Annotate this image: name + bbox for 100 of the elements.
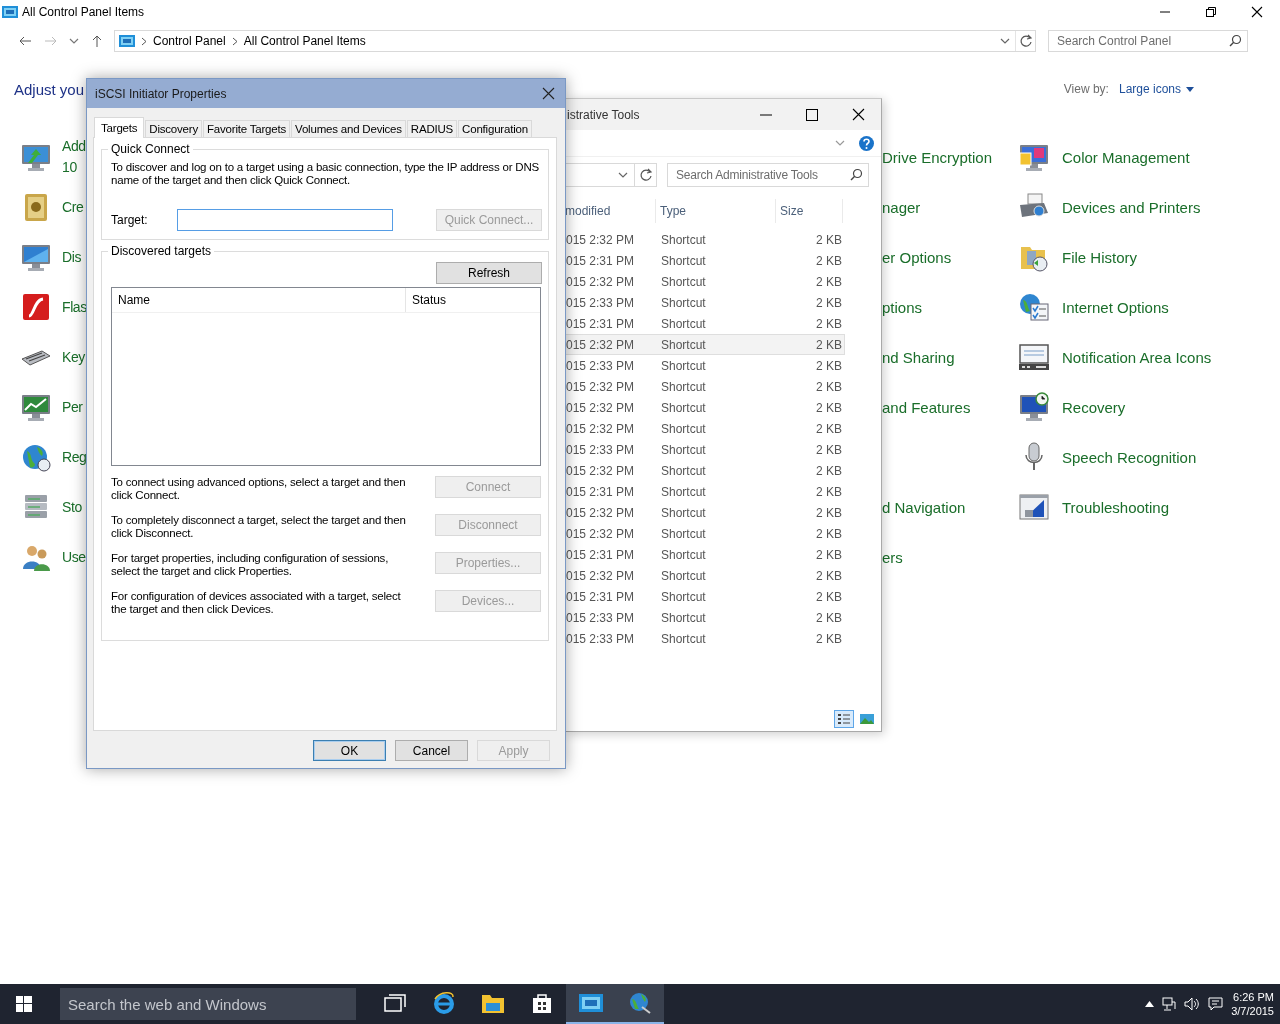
table-cell-text: 015 2:32 PM: [566, 421, 636, 436]
item-link[interactable]: Sto: [62, 496, 82, 518]
file-row[interactable]: 015 2:31 PM Shortcut 2 KB: [565, 313, 845, 334]
tab[interactable]: Targets: [94, 117, 145, 138]
item-link[interactable]: Color Management: [1062, 146, 1190, 168]
file-row[interactable]: 015 2:32 PM Shortcut 2 KB: [565, 334, 845, 355]
chevron-down-icon[interactable]: [618, 172, 628, 178]
search-field[interactable]: Search the web and Windows: [60, 988, 356, 1020]
table-cell-text: 015 2:32 PM: [566, 505, 636, 520]
targets-list[interactable]: Name Status: [111, 287, 541, 466]
item-link[interactable]: Add 10: [62, 136, 86, 178]
file-row[interactable]: 015 2:31 PM Shortcut 2 KB: [565, 481, 845, 502]
refresh-button[interactable]: Refresh: [436, 262, 542, 284]
taskbar-app-button[interactable]: [566, 984, 615, 1024]
item-link[interactable]: Use: [62, 546, 86, 568]
windows-logo-icon: [16, 996, 32, 1012]
close-icon[interactable]: [541, 87, 555, 100]
file-row[interactable]: 015 2:31 PM Shortcut 2 KB: [565, 250, 845, 271]
file-row[interactable]: 015 2:33 PM Shortcut 2 KB: [565, 355, 845, 376]
details-view-button[interactable]: [834, 710, 854, 728]
item-link[interactable]: File History: [1062, 246, 1137, 268]
file-row[interactable]: 015 2:32 PM Shortcut 2 KB: [565, 397, 845, 418]
table-cell-text: 015 2:32 PM: [566, 463, 636, 478]
item-link[interactable]: Per: [62, 396, 83, 418]
target-field[interactable]: [177, 209, 393, 231]
network-button[interactable]: [1162, 997, 1177, 1011]
item-link[interactable]: d Navigation: [882, 496, 966, 518]
item-link[interactable]: Notification Area Icons: [1062, 346, 1212, 368]
search-icon[interactable]: [1229, 34, 1242, 47]
item-link[interactable]: Key: [62, 346, 85, 368]
file-row[interactable]: 015 2:33 PM Shortcut 2 KB: [565, 439, 845, 460]
table-cell-text: 2 KB: [815, 547, 843, 562]
dialog-button[interactable]: OK: [313, 740, 386, 761]
search-field[interactable]: Search Control Panel: [1048, 30, 1248, 52]
item-link[interactable]: and Features: [882, 396, 971, 418]
file-row[interactable]: 015 2:33 PM Shortcut 2 KB: [565, 292, 845, 313]
browser-icon: [431, 991, 456, 1015]
item-link[interactable]: Flas: [62, 296, 87, 318]
refresh-icon[interactable]: [638, 168, 653, 182]
column-header[interactable]: Status: [406, 288, 447, 312]
control-panel-icon: [119, 35, 135, 47]
tab[interactable]: Discovery: [145, 120, 202, 137]
item-link[interactable]: nd Sharing: [882, 346, 955, 368]
file-row[interactable]: 015 2:33 PM Shortcut 2 KB: [565, 628, 845, 649]
item-link[interactable]: Internet Options: [1062, 296, 1169, 318]
item-link[interactable]: Dis: [62, 246, 82, 268]
file-row[interactable]: 015 2:32 PM Shortcut 2 KB: [565, 565, 845, 586]
table-cell-text: Shortcut: [660, 568, 707, 583]
tab[interactable]: Favorite Targets: [203, 120, 291, 137]
search-icon[interactable]: [850, 168, 863, 181]
item-link[interactable]: ers: [882, 546, 903, 568]
view-by-dropdown[interactable]: Large icons: [1118, 82, 1194, 96]
table-cell-text: Shortcut: [660, 589, 707, 604]
view-by-label: View by:: [1063, 82, 1109, 96]
clock[interactable]: 6:26 PM 3/7/2015: [1231, 990, 1274, 1018]
refresh-button[interactable]: [635, 163, 657, 187]
item-link[interactable]: Recovery: [1062, 396, 1126, 418]
tab[interactable]: Volumes and Devices: [291, 120, 406, 137]
volume-button[interactable]: [1184, 997, 1201, 1011]
file-row[interactable]: 015 2:32 PM Shortcut 2 KB: [565, 229, 845, 250]
file-row[interactable]: 015 2:31 PM Shortcut 2 KB: [565, 586, 845, 607]
file-row[interactable]: 015 2:31 PM Shortcut 2 KB: [565, 544, 845, 565]
table-cell-text: 2 KB: [815, 610, 843, 625]
search-field[interactable]: Search Administrative Tools: [667, 163, 869, 187]
table-cell-text: 2 KB: [815, 463, 843, 478]
close-icon[interactable]: [1251, 6, 1263, 18]
item-link[interactable]: er Options: [882, 246, 952, 268]
column-header[interactable]: Size: [776, 199, 843, 223]
action-center-button[interactable]: [1208, 997, 1224, 1011]
breadcrumb-item[interactable]: Control Panel: [149, 34, 230, 48]
file-row[interactable]: 015 2:32 PM Shortcut 2 KB: [565, 460, 845, 481]
breadcrumb-item[interactable]: All Control Panel Items: [239, 34, 370, 48]
item-link[interactable]: Speech Recognition: [1062, 446, 1197, 468]
item-link[interactable]: Reg: [62, 446, 87, 468]
image-icon: [860, 713, 874, 725]
file-row[interactable]: 015 2:32 PM Shortcut 2 KB: [565, 523, 845, 544]
column-header[interactable]: Name: [112, 288, 406, 312]
show-hidden-icons-button[interactable]: [1145, 1001, 1155, 1007]
column-header[interactable]: Type: [656, 199, 776, 223]
close-icon[interactable]: [851, 108, 865, 121]
item-link[interactable]: Drive Encryption: [882, 146, 993, 168]
tab[interactable]: RADIUS: [406, 120, 458, 137]
item-link[interactable]: ptions: [882, 296, 923, 318]
item-link[interactable]: nager: [882, 196, 921, 218]
item-link[interactable]: Troubleshooting: [1062, 496, 1169, 518]
file-row[interactable]: 015 2:32 PM Shortcut 2 KB: [565, 271, 845, 292]
file-row[interactable]: 015 2:32 PM Shortcut 2 KB: [565, 418, 845, 439]
dialog-button[interactable]: Cancel: [395, 740, 468, 761]
tab[interactable]: Configuration: [458, 120, 532, 137]
file-row[interactable]: 015 2:33 PM Shortcut 2 KB: [565, 607, 845, 628]
item-link[interactable]: Devices and Printers: [1062, 196, 1201, 218]
chevron-down-icon[interactable]: [69, 38, 79, 44]
file-row[interactable]: 015 2:32 PM Shortcut 2 KB: [565, 502, 845, 523]
chevron-down-icon[interactable]: [1000, 38, 1010, 44]
table-cell-text: 015 2:32 PM: [566, 379, 636, 394]
table-cell-text: 2 KB: [815, 568, 843, 583]
address-bar[interactable]: Control Panel All Control Panel Items: [114, 30, 1036, 52]
file-row[interactable]: 015 2:32 PM Shortcut 2 KB: [565, 376, 845, 397]
table-cell-text: 2 KB: [815, 421, 843, 436]
item-link[interactable]: Cre: [62, 196, 84, 218]
